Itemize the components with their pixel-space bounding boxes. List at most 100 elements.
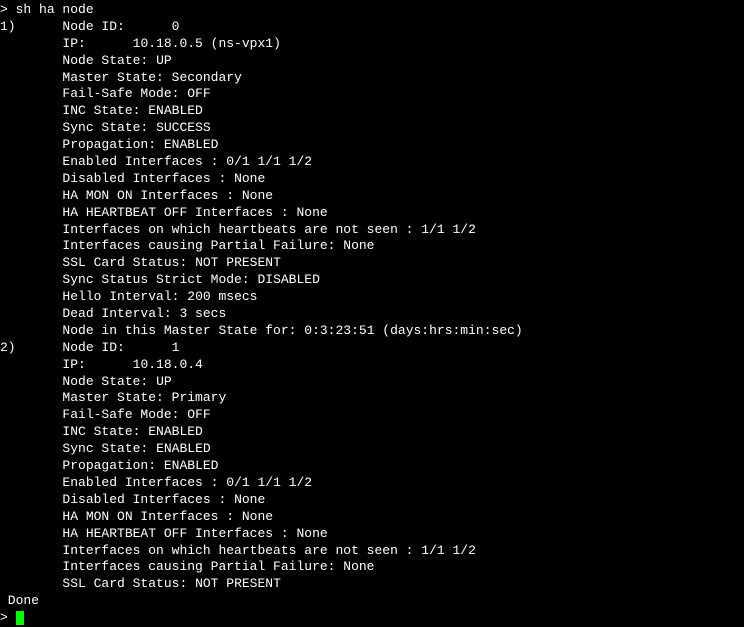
node1-partial-failure: Interfaces causing Partial Failure: None (0, 238, 744, 255)
cursor-icon (16, 611, 24, 625)
value: ENABLED (164, 458, 219, 473)
node1-hello: Hello Interval: 200 msecs (0, 289, 744, 306)
value: 0/1 1/1 1/2 (226, 154, 312, 169)
label: Dead Interval: (62, 306, 171, 321)
value: NOT PRESENT (195, 255, 281, 270)
value: 0/1 1/1 1/2 (226, 475, 312, 490)
command-text: sh ha node (16, 2, 94, 17)
label: HA MON ON Interfaces : (62, 188, 234, 203)
label: Hello Interval: (62, 289, 179, 304)
node1-disabled-if: Disabled Interfaces : None (0, 171, 744, 188)
label: Enabled Interfaces : (62, 154, 218, 169)
label: Disabled Interfaces : (62, 492, 226, 507)
prompt-char: > (0, 2, 8, 17)
label: Node State: (62, 53, 148, 68)
value: OFF (187, 86, 210, 101)
value: NOT PRESENT (195, 576, 281, 591)
done-line: Done (0, 593, 744, 610)
value: ENABLED (156, 441, 211, 456)
label: Interfaces causing Partial Failure: (62, 238, 335, 253)
label: Interfaces on which heartbeats are not s… (62, 543, 413, 558)
value: DISABLED (257, 272, 319, 287)
label: Node ID: (62, 340, 124, 355)
terminal-output: > sh ha node 1) Node ID: 0 IP: 10.18.0.5… (0, 2, 744, 627)
value: 0 (172, 19, 180, 34)
node1-master: Master State: Secondary (0, 70, 744, 87)
label: INC State: (62, 103, 140, 118)
value: None (343, 238, 374, 253)
prompt-line[interactable]: > (0, 610, 744, 627)
node1-header: 1) Node ID: 0 (0, 19, 744, 36)
label: Master State: (62, 390, 163, 405)
node2-failsafe: Fail-Safe Mode: OFF (0, 407, 744, 424)
done-text: Done (0, 593, 39, 608)
value: 200 msecs (187, 289, 257, 304)
value: None (242, 188, 273, 203)
node1-prop: Propagation: ENABLED (0, 137, 744, 154)
node2-index: 2) (0, 340, 16, 355)
node1-index: 1) (0, 19, 16, 34)
value: 1/1 1/2 (421, 222, 476, 237)
value: None (242, 509, 273, 524)
value: 10.18.0.5 (ns-vpx1) (133, 36, 281, 51)
value: 0:3:23:51 (days:hrs:min:sec) (304, 323, 522, 338)
label: Disabled Interfaces : (62, 171, 226, 186)
label: Sync State: (62, 441, 148, 456)
node1-dead: Dead Interval: 3 secs (0, 306, 744, 323)
value: None (296, 526, 327, 541)
node2-ip: IP: 10.18.0.4 (0, 357, 744, 374)
node1-failsafe: Fail-Safe Mode: OFF (0, 86, 744, 103)
node1-inc: INC State: ENABLED (0, 103, 744, 120)
final-prompt-char: > (0, 610, 8, 625)
value: 10.18.0.4 (133, 357, 203, 372)
node1-sync: Sync State: SUCCESS (0, 120, 744, 137)
node2-enabled-if: Enabled Interfaces : 0/1 1/1 1/2 (0, 475, 744, 492)
label: Master State: (62, 70, 163, 85)
label: HA HEARTBEAT OFF Interfaces : (62, 526, 288, 541)
label: SSL Card Status: (62, 576, 187, 591)
node2-state: Node State: UP (0, 374, 744, 391)
node2-disabled-if: Disabled Interfaces : None (0, 492, 744, 509)
value: Primary (172, 390, 227, 405)
label: SSL Card Status: (62, 255, 187, 270)
label: Sync State: (62, 120, 148, 135)
label: HA HEARTBEAT OFF Interfaces : (62, 205, 288, 220)
label: Fail-Safe Mode: (62, 86, 179, 101)
node2-master: Master State: Primary (0, 390, 744, 407)
value: ENABLED (164, 137, 219, 152)
node1-enabled-if: Enabled Interfaces : 0/1 1/1 1/2 (0, 154, 744, 171)
value: 3 secs (179, 306, 226, 321)
node2-header: 2) Node ID: 1 (0, 340, 744, 357)
node2-sync: Sync State: ENABLED (0, 441, 744, 458)
node2-heartbeat-notseen: Interfaces on which heartbeats are not s… (0, 543, 744, 560)
value: OFF (187, 407, 210, 422)
label: Node ID: (62, 19, 124, 34)
node1-sync-strict: Sync Status Strict Mode: DISABLED (0, 272, 744, 289)
value: None (296, 205, 327, 220)
node1-heartbeat-notseen: Interfaces on which heartbeats are not s… (0, 222, 744, 239)
label: IP: (62, 357, 85, 372)
label: Sync Status Strict Mode: (62, 272, 249, 287)
label: Node State: (62, 374, 148, 389)
label: IP: (62, 36, 85, 51)
node1-state: Node State: UP (0, 53, 744, 70)
label: Propagation: (62, 137, 156, 152)
node1-ssl: SSL Card Status: NOT PRESENT (0, 255, 744, 272)
label: Interfaces on which heartbeats are not s… (62, 222, 413, 237)
label: Propagation: (62, 458, 156, 473)
node2-prop: Propagation: ENABLED (0, 458, 744, 475)
value: UP (156, 374, 172, 389)
node2-ssl: SSL Card Status: NOT PRESENT (0, 576, 744, 593)
label: INC State: (62, 424, 140, 439)
node2-inc: INC State: ENABLED (0, 424, 744, 441)
node1-ip: IP: 10.18.0.5 (ns-vpx1) (0, 36, 744, 53)
node2-hamon: HA MON ON Interfaces : None (0, 509, 744, 526)
value: 1/1 1/2 (421, 543, 476, 558)
value: UP (156, 53, 172, 68)
label: Enabled Interfaces : (62, 475, 218, 490)
value: ENABLED (148, 424, 203, 439)
value: None (234, 492, 265, 507)
value: None (343, 559, 374, 574)
node1-hamon: HA MON ON Interfaces : None (0, 188, 744, 205)
value: 1 (172, 340, 180, 355)
